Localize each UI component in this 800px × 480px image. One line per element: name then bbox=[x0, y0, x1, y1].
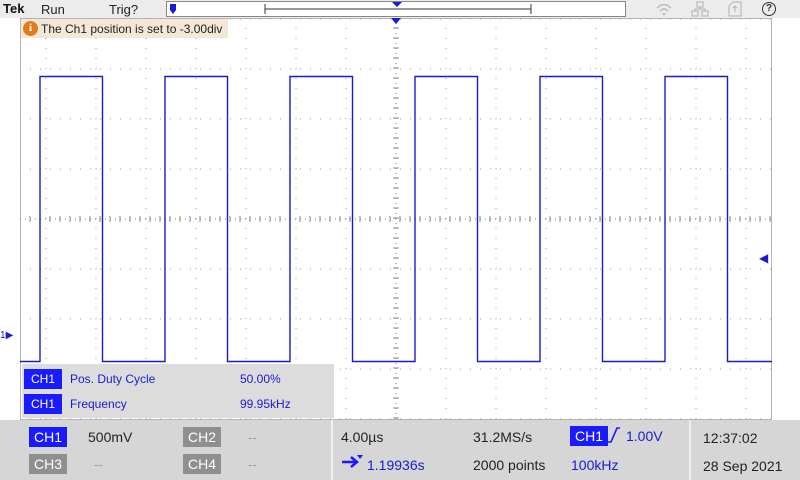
ch3-scale: -- bbox=[94, 457, 103, 472]
trigger-position-marker-icon bbox=[391, 18, 401, 24]
measurement-channel-badge: CH1 bbox=[24, 369, 62, 389]
trigger-position-icon bbox=[170, 4, 176, 14]
waveform-display[interactable] bbox=[20, 18, 772, 420]
help-icon[interactable]: ? bbox=[762, 2, 776, 16]
ch2-badge[interactable]: CH2 bbox=[183, 427, 221, 447]
trigger-status[interactable]: Trig? bbox=[109, 2, 138, 17]
wifi-icon bbox=[656, 3, 672, 16]
ch1-scale[interactable]: 500mV bbox=[88, 429, 132, 445]
measurement-row[interactable]: CH1 Frequency 99.95kHz bbox=[24, 394, 291, 414]
measurement-row[interactable]: CH1 Pos. Duty Cycle 50.00% bbox=[24, 369, 281, 389]
info-icon: i bbox=[23, 21, 38, 36]
record-view-bar[interactable] bbox=[166, 1, 626, 17]
trigger-frequency: 100kHz bbox=[571, 457, 619, 473]
notification-banner[interactable]: i The Ch1 position is set to -3.00div bbox=[21, 19, 229, 38]
measurement-name: Pos. Duty Cycle bbox=[70, 372, 156, 386]
trigger-level[interactable]: 1.00V bbox=[626, 428, 663, 444]
record-length[interactable]: 2000 points bbox=[473, 457, 545, 473]
usb-drive-icon bbox=[728, 1, 742, 17]
horizontal-position[interactable]: 1.19936s bbox=[367, 457, 425, 473]
clock-time[interactable]: 12:37:02 bbox=[703, 430, 758, 446]
trigger-level-marker-icon[interactable]: ◀ bbox=[759, 251, 768, 265]
trigger-source-badge[interactable]: CH1 bbox=[570, 426, 608, 446]
measurement-name: Frequency bbox=[70, 397, 127, 411]
ch4-scale: -- bbox=[248, 457, 257, 472]
ch1-badge[interactable]: CH1 bbox=[29, 427, 67, 447]
brand-logo: Tek bbox=[3, 1, 25, 16]
graticule-grid bbox=[20, 18, 772, 420]
network-icon bbox=[691, 1, 709, 17]
ch1-marker-arrow-icon: ▶ bbox=[5, 330, 14, 341]
ch3-badge[interactable]: CH3 bbox=[29, 454, 67, 474]
ch4-badge[interactable]: CH4 bbox=[183, 454, 221, 474]
record-center-marker-icon bbox=[392, 2, 402, 7]
horizontal-position-icon bbox=[342, 455, 363, 468]
measurement-value: 50.00% bbox=[240, 372, 281, 386]
clock-date[interactable]: 28 Sep 2021 bbox=[703, 458, 782, 474]
acquisition-status[interactable]: Run bbox=[41, 2, 65, 17]
settings-bar: CH1 500mV CH2 -- CH3 -- CH4 -- 4.00µs 1.… bbox=[0, 420, 800, 480]
measurement-value: 99.95kHz bbox=[240, 397, 291, 411]
notification-text: The Ch1 position is set to -3.00div bbox=[41, 21, 223, 36]
horizontal-scale[interactable]: 4.00µs bbox=[341, 429, 383, 445]
ch2-scale: -- bbox=[248, 430, 257, 445]
rising-edge-icon bbox=[608, 427, 620, 443]
sample-rate: 31.2MS/s bbox=[473, 429, 533, 445]
ch1-position-marker[interactable]: 1▶ bbox=[0, 330, 13, 341]
measurement-channel-badge: CH1 bbox=[24, 394, 62, 414]
measurement-results-panel[interactable]: CH1 Pos. Duty Cycle 50.00% CH1 Frequency… bbox=[22, 364, 334, 418]
